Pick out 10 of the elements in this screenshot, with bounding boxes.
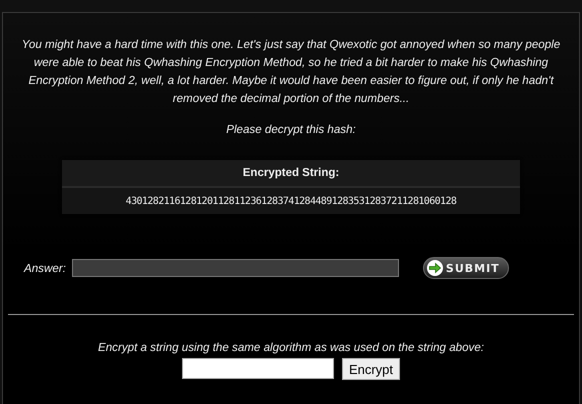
- encrypt-field[interactable]: [182, 358, 334, 379]
- encrypt-button[interactable]: Encrypt: [342, 358, 400, 380]
- table-cell-text: 4301282116128120112811236128374128448912835312837211281060128: [124, 194, 458, 208]
- submit-button[interactable]: SUBMIT: [422, 257, 509, 279]
- table-header: Encrypted String:: [62, 160, 520, 188]
- encrypt-instructions: Encrypt a string using the same algorithm as was used on the string above:: [98, 341, 484, 355]
- decrypt-prompt: Please decrypt this hash:: [226, 122, 356, 138]
- intro-paragraph: You might have a hard time with this one. Let's just say that Qwexotic got annoyed when so many people were able to beat his Qwhashing Encryption Method, so he tried a bit harder to make his Qwhashing Encryption Method 2, well, a lot harder. Maybe it would have been easier to figure out, if only he hadn't removed the decimal portion of the numbers...: [20, 37, 562, 107]
- answer-label: Answer:: [24, 262, 66, 274]
- answer-field[interactable]: [72, 259, 399, 277]
